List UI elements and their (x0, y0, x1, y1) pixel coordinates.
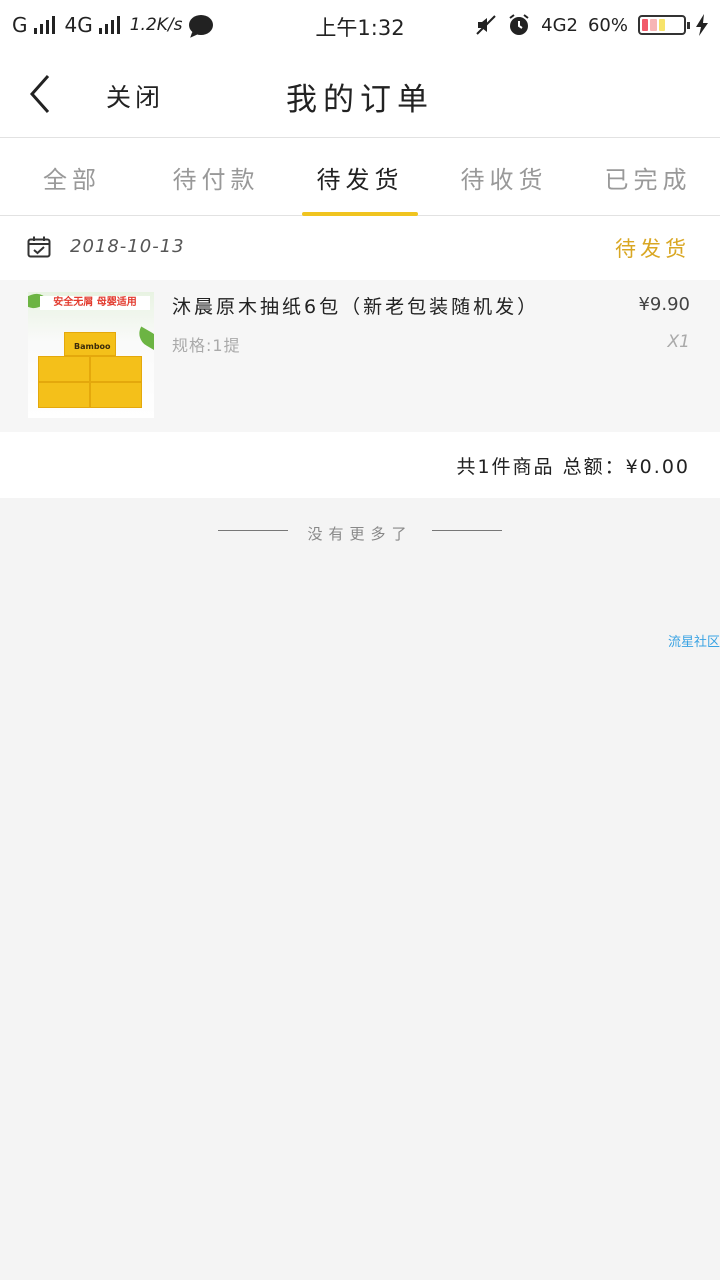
divider-right (432, 530, 502, 531)
battery-icon (638, 15, 690, 35)
order-status: 待发货 (615, 237, 690, 261)
network-type: 4G2 (541, 14, 578, 36)
product-image-banner: 安全无屑 母婴适用 (40, 296, 150, 310)
product-name: 沐晨原木抽纸6包（新老包装随机发） (172, 296, 540, 318)
alarm-icon (509, 14, 529, 35)
product-price: ¥9.90 (638, 294, 690, 315)
no-more-label: 没有更多了 (307, 525, 413, 543)
order-header: 2018-10-13 待发货 (0, 216, 720, 280)
mute-icon (476, 15, 496, 35)
tab-pending-shipment[interactable]: 待发货 (288, 138, 432, 216)
status-bar: G 4G 1.2K/s 上午1:32 4G2 60% (0, 0, 720, 50)
calendar-icon (27, 236, 51, 258)
product-spec: 规格:1提 (172, 336, 241, 355)
battery-percent: 60% (587, 14, 628, 36)
page-title: 我的订单 (286, 82, 434, 118)
status-right: 4G2 60% (475, 12, 708, 38)
order-footer: 共1件商品 总额：¥0.00 (0, 432, 720, 498)
order-tabs: 全部 待付款 待发货 待收货 已完成 (0, 138, 720, 216)
order-date: 2018-10-13 (70, 236, 185, 257)
tab-completed[interactable]: 已完成 (576, 138, 720, 216)
order-summary: 共1件商品 总额：¥0.00 (456, 456, 690, 478)
tab-all[interactable]: 全部 (0, 138, 144, 216)
page-header: 关闭 我的订单 (0, 50, 720, 138)
product-quantity: X1 (667, 332, 690, 352)
product-image-brand: Bamboo (74, 342, 111, 351)
tab-pending-payment[interactable]: 待付款 (144, 138, 288, 216)
order-item[interactable]: 安全无屑 母婴适用 Bamboo 沐晨原木抽纸6包（新老包装随机发） 规格:1提… (0, 280, 720, 432)
charging-icon (696, 14, 708, 36)
watermark-label: 流星社区 (667, 635, 720, 650)
tab-pending-receipt[interactable]: 待收货 (432, 138, 576, 216)
product-image: 安全无屑 母婴适用 Bamboo (28, 292, 154, 418)
